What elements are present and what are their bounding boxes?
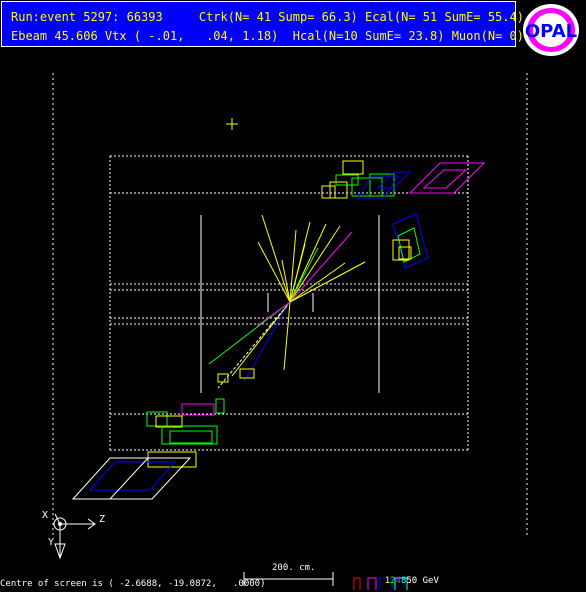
event-info-line-2: Ebeam 45.606 Vtx ( -.01, .04, 1.18) Hcal… — [11, 29, 524, 43]
centre-of-screen-readout: Centre of screen is ( -2.6688, -19.0872,… — [0, 579, 266, 589]
ecal-cluster-lower — [71, 403, 218, 500]
mid-clusters — [215, 368, 255, 414]
event-display-window: Run:event 5297: 66393 Ctrk(N= 41 Sump= 6… — [0, 0, 586, 592]
energy-scale-legend: 124850 GeV — [363, 566, 439, 592]
event-info-line-1: Run:event 5297: 66393 Ctrk(N= 41 Sump= 6… — [11, 10, 524, 24]
event-display-canvas — [52, 73, 528, 590]
cross-marker — [226, 118, 238, 130]
logo-text: OPAL — [525, 21, 577, 42]
event-info-panel: Run:event 5297: 66393 Ctrk(N= 41 Sump= 6… — [1, 1, 524, 47]
energy-scale-unit: 50 GeV — [406, 576, 439, 586]
axis-label-y: Y — [48, 537, 55, 548]
hcal-cluster-right — [392, 213, 429, 269]
ecal-cluster-upper — [321, 160, 486, 199]
axis-label-x: X — [42, 510, 49, 521]
opal-logo: OPAL — [523, 4, 579, 56]
axis-label-z: Z — [99, 514, 106, 525]
track-bundle — [208, 214, 366, 389]
axis-gizmo — [53, 513, 96, 560]
scale-label: 200. cm. — [272, 563, 316, 573]
